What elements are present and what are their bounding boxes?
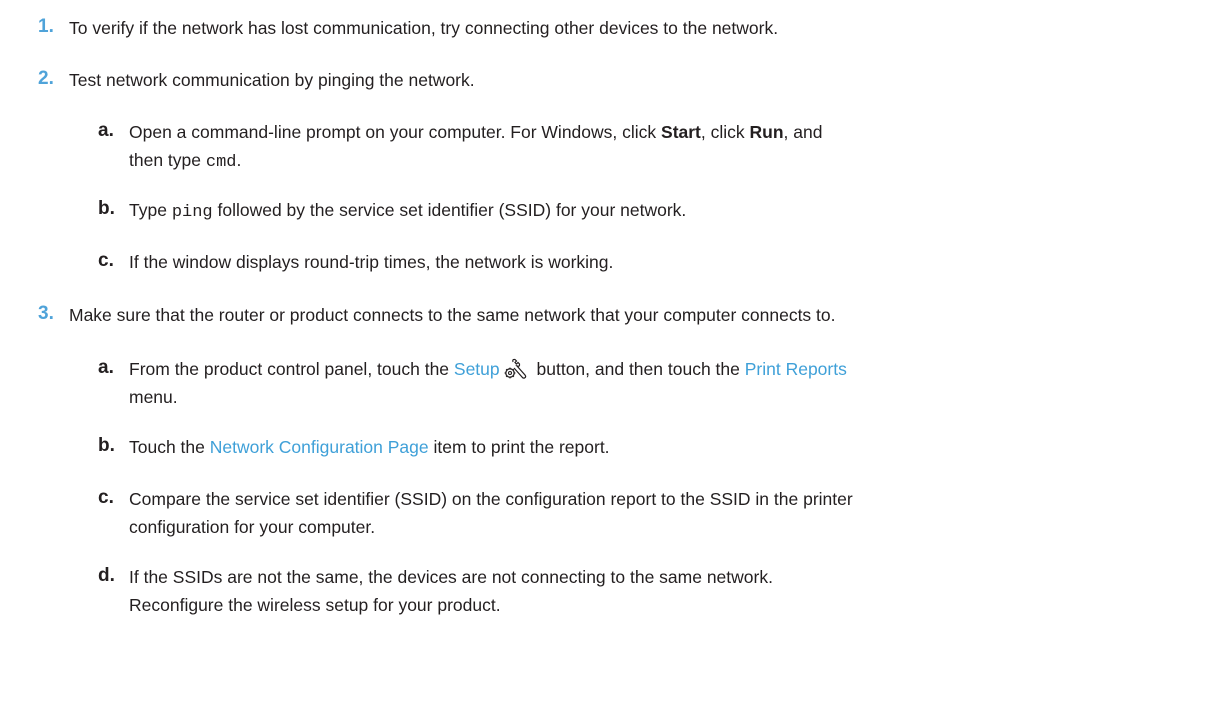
- step-3c-letter: c.: [98, 487, 114, 508]
- step-2b-text: Type ping followed by the service set id…: [129, 200, 687, 222]
- setup-wrench-gear-icon: [504, 358, 528, 380]
- step-3d-line-2: Reconfigure the wireless setup for your …: [129, 595, 501, 615]
- ping-code: ping: [171, 203, 213, 222]
- step-3a-line-2: menu.: [129, 387, 178, 407]
- step-1-text: To verify if the network has lost commun…: [69, 18, 779, 38]
- step-2c-text: If the window displays round-trip times,…: [129, 252, 614, 272]
- start-term: Start: [661, 122, 701, 142]
- step-3-number: 3.: [38, 303, 54, 324]
- step-2a-line-2: then type cmd.: [129, 150, 242, 172]
- step-3c-line-2: configuration for your computer.: [129, 517, 376, 537]
- run-term: Run: [749, 122, 784, 142]
- step-2b-letter: b.: [98, 198, 115, 219]
- step-3c-line-1: Compare the service set identifier (SSID…: [129, 489, 853, 509]
- step-1-number: 1.: [38, 16, 54, 37]
- step-2a-letter: a.: [98, 120, 114, 141]
- step-2-text: Test network communication by pinging th…: [69, 70, 475, 90]
- step-2-number: 2.: [38, 68, 54, 89]
- step-3b-text: Touch the Network Configuration Page ite…: [129, 437, 610, 457]
- print-reports-term: Print Reports: [744, 359, 847, 379]
- network-configuration-page-term: Network Configuration Page: [209, 437, 429, 457]
- troubleshooting-document: 1. To verify if the network has lost com…: [0, 0, 1216, 713]
- step-2a-line-1: Open a command-line prompt on your compu…: [129, 122, 823, 142]
- step-3d-line-1: If the SSIDs are not the same, the devic…: [129, 567, 773, 587]
- step-3-text: Make sure that the router or product con…: [69, 305, 836, 325]
- step-2c-letter: c.: [98, 250, 114, 271]
- step-3a-letter: a.: [98, 357, 114, 378]
- step-3b-letter: b.: [98, 435, 115, 456]
- step-3a-line-1: From the product control panel, touch th…: [129, 358, 847, 380]
- step-3d-letter: d.: [98, 565, 115, 586]
- cmd-code: cmd: [205, 153, 237, 172]
- setup-term: Setup: [453, 359, 500, 379]
